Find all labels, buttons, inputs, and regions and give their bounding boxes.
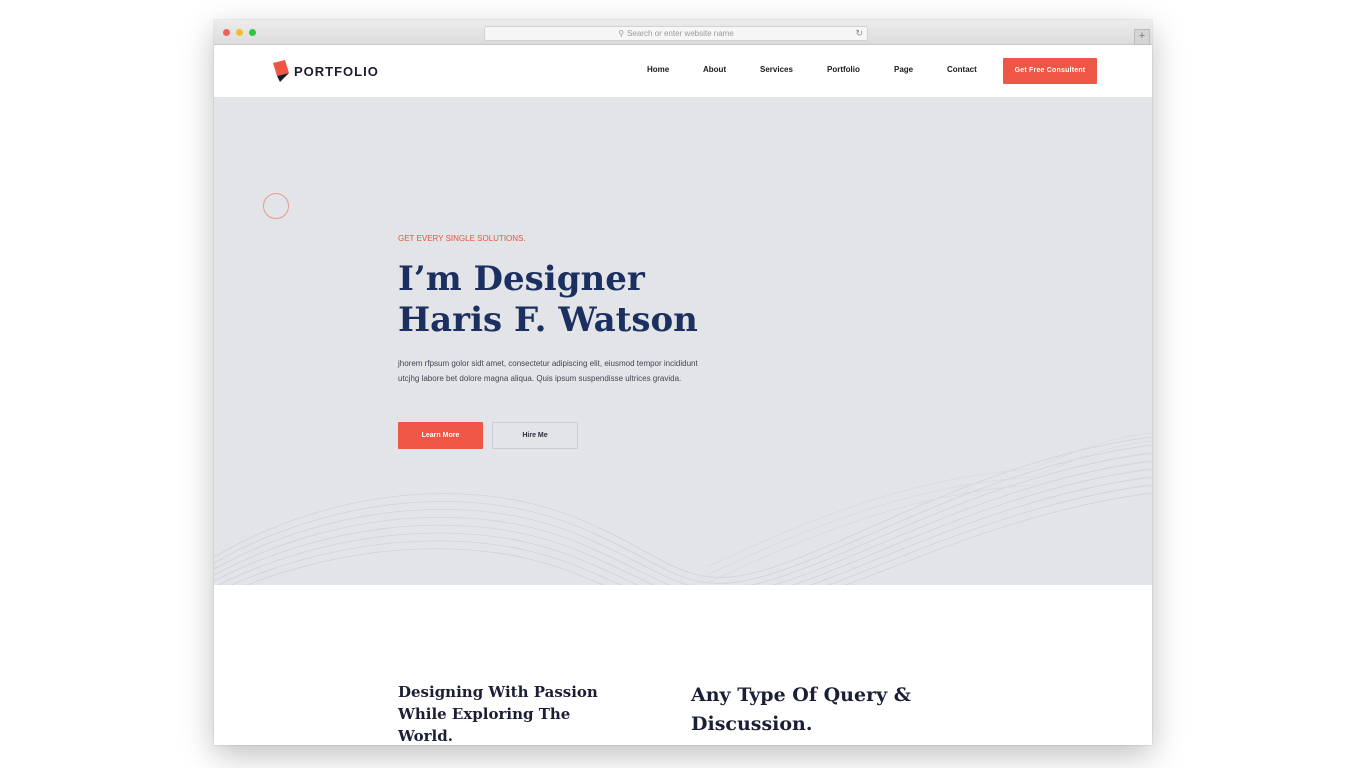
nav-item-about[interactable]: About xyxy=(703,65,726,74)
browser-window: ⚲ Search or enter website name ↻ + PORTFO… xyxy=(214,20,1152,745)
hero-eyebrow: GET EVERY SINGLE SOLUTIONS. xyxy=(398,234,526,243)
search-icon: ⚲ xyxy=(618,29,625,38)
nav-item-services[interactable]: Services xyxy=(760,65,793,74)
get-consultation-button[interactable]: Get Free Consultent xyxy=(1003,58,1097,84)
close-window-button[interactable] xyxy=(223,29,230,36)
nav-item-portfolio[interactable]: Portfolio xyxy=(827,65,860,74)
hero-headline-line1: I’m Designer xyxy=(398,259,645,299)
nav-item-page[interactable]: Page xyxy=(894,65,913,74)
nav-item-contact[interactable]: Contact xyxy=(947,65,977,74)
hire-me-button[interactable]: Hire Me xyxy=(492,422,578,449)
minimize-window-button[interactable] xyxy=(236,29,243,36)
hero-description: jhorem rfpsum golor sidt amet, consectet… xyxy=(398,359,698,383)
maximize-window-button[interactable] xyxy=(249,29,256,36)
site-header: PORTFOLIO Home About Services Portfolio … xyxy=(214,45,1152,97)
hero-wave-background xyxy=(214,432,1152,585)
learn-more-button[interactable]: Learn More xyxy=(398,422,483,449)
logo-text: PORTFOLIO xyxy=(294,64,379,79)
decorative-circle xyxy=(263,193,289,219)
hero-section: GET EVERY SINGLE SOLUTIONS. I’m Designer… xyxy=(214,97,1152,585)
address-placeholder: Search or enter website name xyxy=(627,29,734,38)
reload-icon[interactable]: ↻ xyxy=(855,27,863,40)
hero-headline-line2: Haris F. Watson xyxy=(398,300,698,340)
query-heading: Any Type Of Query & Discussion. xyxy=(691,684,911,735)
intro-section: Designing With Passion While Exploring T… xyxy=(214,585,1152,745)
passion-heading: Designing With Passion While Exploring T… xyxy=(398,683,598,745)
new-tab-button[interactable]: + xyxy=(1134,29,1150,45)
address-bar[interactable]: ⚲ Search or enter website name ↻ xyxy=(484,26,868,41)
browser-titlebar: ⚲ Search or enter website name ↻ + xyxy=(214,20,1152,45)
hero-headline: I’m Designer Haris F. Watson xyxy=(398,259,828,341)
logo-mark-icon xyxy=(273,60,289,82)
nav-item-home[interactable]: Home xyxy=(647,65,669,74)
